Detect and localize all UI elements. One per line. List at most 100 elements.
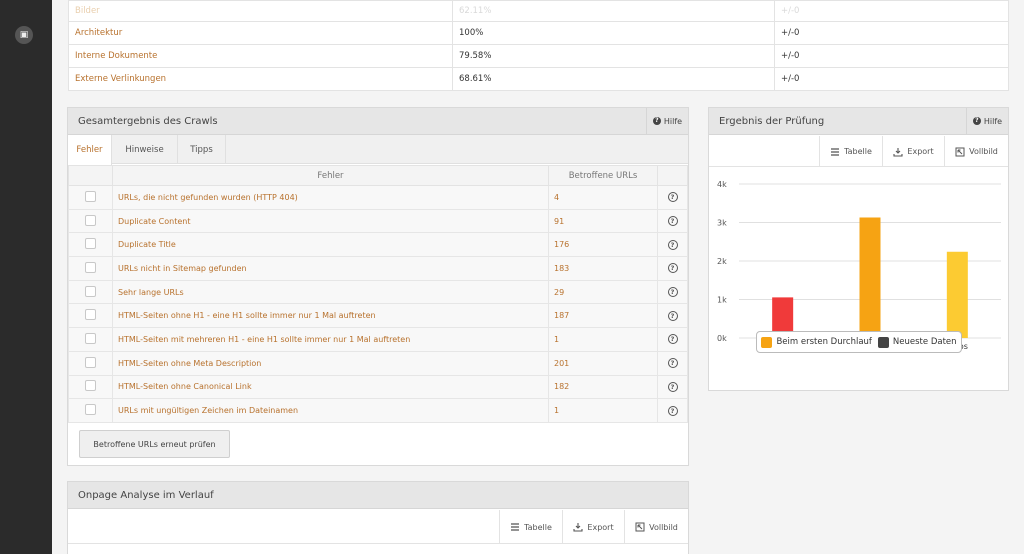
y-tick-label: 1k: [717, 296, 727, 305]
errors-table-body: URLs, die nicht gefunden wurden (HTTP 40…: [68, 185, 688, 423]
table-button[interactable]: Tabelle: [499, 510, 562, 544]
panel-title: Onpage Analyse im Verlauf: [78, 490, 214, 501]
row-help-cell: ?: [657, 374, 688, 400]
row-checkbox[interactable]: [85, 356, 96, 368]
column-header-fehler[interactable]: Fehler: [112, 165, 549, 186]
affected-urls-count[interactable]: 187: [548, 303, 658, 329]
help-label: Hilfe: [663, 116, 683, 126]
chat-icon[interactable]: ▣: [15, 26, 33, 44]
error-name[interactable]: URLs nicht in Sitemap gefunden: [112, 256, 549, 281]
error-name[interactable]: Duplicate Title: [112, 232, 549, 258]
error-name[interactable]: Duplicate Content: [112, 208, 549, 234]
select-column-header: [68, 165, 113, 186]
summary-label[interactable]: Interne Dokumente: [68, 44, 453, 68]
export-button[interactable]: Export: [882, 136, 944, 167]
error-name[interactable]: HTML-Seiten ohne Canonical Link: [112, 374, 549, 400]
fullscreen-button[interactable]: Vollbild: [624, 510, 688, 544]
panel-title: Gesamtergebnis des Crawls: [78, 116, 218, 127]
legend-swatch: [877, 336, 889, 348]
question-icon[interactable]: ?: [667, 239, 678, 250]
row-checkbox-cell: [68, 232, 113, 258]
row-help-cell: ?: [657, 350, 688, 376]
row-help-cell: ?: [657, 398, 688, 423]
row-checkbox-cell: [68, 374, 113, 400]
summary-value: 79.58%: [452, 44, 775, 68]
row-checkbox-cell: [68, 279, 113, 305]
errors-table: Fehler Betroffene URLs URLs, die nicht g…: [68, 165, 688, 423]
crawl-result-panel: Gesamtergebnis des Crawls ? Hilfe Fehler…: [67, 107, 689, 466]
summary-label[interactable]: Architektur: [68, 21, 453, 45]
column-header-betroffene-urls[interactable]: Betroffene URLs: [548, 165, 658, 186]
row-checkbox[interactable]: [85, 261, 96, 273]
chart-toolbar: Tabelle Export Vollbild: [709, 136, 1008, 167]
error-name[interactable]: HTML-Seiten mit mehreren H1 - eine H1 so…: [112, 327, 549, 352]
tab-hinweise[interactable]: Hinweise: [112, 135, 178, 164]
affected-urls-count[interactable]: 201: [548, 350, 658, 376]
row-checkbox[interactable]: [85, 285, 96, 297]
legend-label: Beim ersten Durchlauf: [776, 337, 872, 347]
bar-hinweise[interactable]: [859, 217, 881, 338]
affected-urls-count[interactable]: 29: [548, 279, 658, 305]
question-icon[interactable]: ?: [667, 263, 678, 274]
affected-urls-count[interactable]: 183: [548, 256, 658, 281]
question-icon[interactable]: ?: [667, 334, 678, 345]
row-checkbox[interactable]: [85, 238, 96, 250]
fullscreen-button[interactable]: Vollbild: [944, 136, 1008, 167]
affected-urls-count[interactable]: 4: [548, 185, 658, 210]
summary-label[interactable]: Bilder: [68, 0, 453, 22]
question-icon[interactable]: ?: [667, 310, 678, 321]
help-column-header: [657, 165, 688, 186]
error-name[interactable]: URLs mit ungültigen Zeichen im Dateiname…: [112, 398, 549, 423]
error-name[interactable]: Sehr lange URLs: [112, 279, 549, 305]
affected-urls-count[interactable]: 1: [548, 398, 658, 423]
help-button[interactable]: ? Hilfe: [646, 108, 688, 134]
row-checkbox[interactable]: [85, 332, 96, 344]
expand-icon: [635, 522, 645, 532]
question-icon[interactable]: ?: [667, 216, 678, 227]
summary-value: 62.11%: [452, 0, 775, 22]
error-name[interactable]: URLs, die nicht gefunden wurden (HTTP 40…: [112, 185, 549, 210]
table-row: Duplicate Title 176?: [68, 232, 688, 258]
question-icon[interactable]: ?: [667, 358, 678, 369]
row-help-cell: ?: [657, 185, 688, 210]
affected-urls-count[interactable]: 182: [548, 374, 658, 400]
y-tick-label: 3k: [717, 219, 727, 228]
affected-urls-count[interactable]: 176: [548, 232, 658, 258]
error-name[interactable]: HTML-Seiten ohne H1 - eine H1 sollte imm…: [112, 303, 549, 329]
affected-urls-count[interactable]: 1: [548, 327, 658, 352]
affected-urls-count[interactable]: 91: [548, 208, 658, 234]
error-name[interactable]: HTML-Seiten ohne Meta Description: [112, 350, 549, 376]
list-icon: [511, 523, 520, 531]
legend-item[interactable]: Beim ersten Durchlauf: [761, 336, 872, 348]
help-icon: ?: [972, 117, 981, 125]
history-panel: Onpage Analyse im Verlauf Tabelle Export…: [67, 481, 689, 554]
export-label: Export: [587, 522, 614, 532]
tab-fehler[interactable]: Fehler: [68, 135, 112, 165]
table-row: URLs mit ungültigen Zeichen im Dateiname…: [68, 398, 688, 423]
row-checkbox[interactable]: [85, 190, 96, 202]
row-checkbox[interactable]: [85, 380, 96, 392]
row-checkbox-cell: [68, 208, 113, 234]
table-row: URLs, die nicht gefunden wurden (HTTP 40…: [68, 185, 688, 210]
row-checkbox[interactable]: [85, 214, 96, 226]
bar-tipps[interactable]: [946, 251, 968, 338]
tab-tipps[interactable]: Tipps: [178, 135, 226, 164]
question-icon[interactable]: ?: [667, 192, 678, 203]
export-label: Export: [907, 147, 934, 156]
export-button[interactable]: Export: [562, 510, 624, 544]
legend-item[interactable]: Neueste Daten: [877, 336, 957, 348]
row-checkbox[interactable]: [85, 404, 96, 416]
question-icon[interactable]: ?: [667, 405, 678, 416]
table-row: HTML-Seiten ohne H1 - eine H1 sollte imm…: [68, 303, 688, 329]
summary-change: +/-0: [774, 0, 1009, 22]
table-button[interactable]: Tabelle: [819, 136, 882, 167]
row-checkbox[interactable]: [85, 309, 96, 321]
recheck-urls-button[interactable]: Betroffene URLs erneut prüfen: [79, 430, 230, 458]
result-panel: Ergebnis der Prüfung ? Hilfe Tabelle Exp…: [708, 107, 1009, 391]
summary-label[interactable]: Externe Verlinkungen: [68, 67, 453, 91]
sidebar: ▣: [0, 0, 52, 554]
question-icon[interactable]: ?: [667, 381, 678, 392]
question-icon[interactable]: ?: [667, 287, 678, 298]
help-button[interactable]: ? Hilfe: [966, 108, 1008, 134]
list-icon: [831, 147, 840, 156]
